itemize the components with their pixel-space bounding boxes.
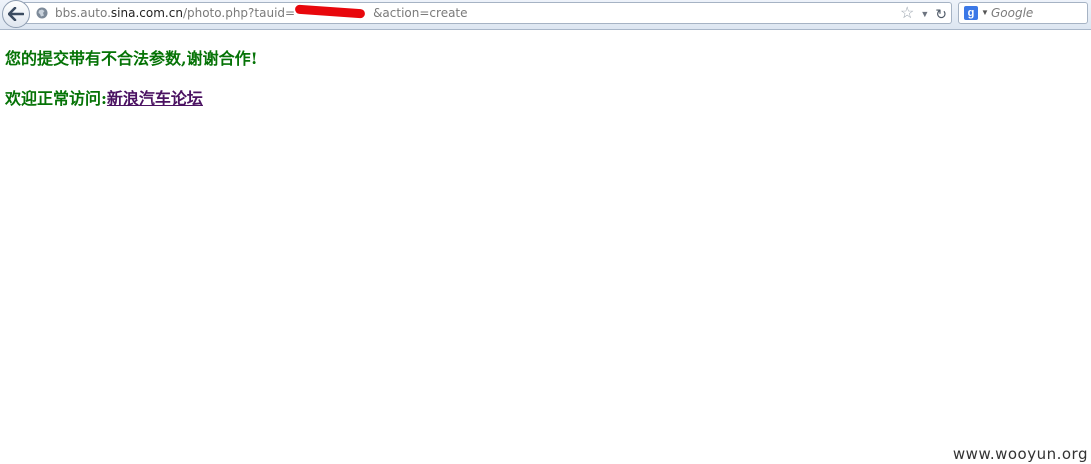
search-box[interactable]: g ▼ — [958, 2, 1088, 24]
reload-icon[interactable]: ↻ — [935, 7, 947, 21]
url-prefix: bbs.auto. — [55, 6, 111, 20]
dropdown-icon[interactable]: ▼ — [920, 9, 929, 19]
url-bar-icons: ☆ ▼ ↻ — [900, 5, 947, 22]
google-icon[interactable]: g — [964, 6, 978, 20]
globe-icon — [36, 7, 48, 19]
page-content: 您的提交带有不合法参数,谢谢合作! 欢迎正常访问:新浪汽车论坛 — [5, 46, 258, 112]
forum-link[interactable]: 新浪汽车论坛 — [107, 89, 203, 108]
search-input[interactable] — [991, 4, 1085, 22]
url-text: bbs.auto.sina.com.cn/photo.php?tauid= &ac… — [55, 4, 468, 21]
star-icon[interactable]: ☆ — [900, 5, 914, 22]
url-suffix: &action=create — [373, 6, 468, 20]
address-bar[interactable]: bbs.auto.sina.com.cn/photo.php?tauid= &ac… — [24, 2, 952, 24]
redaction-mark — [294, 4, 366, 19]
welcome-label: 欢迎正常访问: — [5, 89, 107, 108]
engine-dropdown-icon[interactable]: ▼ — [981, 8, 989, 17]
watermark: www.wooyun.org — [952, 445, 1088, 463]
error-message: 您的提交带有不合法参数,谢谢合作! — [5, 49, 258, 68]
url-host: sina.com.cn — [110, 6, 183, 20]
welcome-line: 欢迎正常访问:新浪汽车论坛 — [5, 86, 258, 112]
url-path: /photo.php?tauid= — [182, 6, 296, 20]
back-arrow-icon — [8, 7, 24, 21]
browser-toolbar: bbs.auto.sina.com.cn/photo.php?tauid= &ac… — [0, 0, 1091, 30]
back-button[interactable] — [2, 0, 30, 28]
